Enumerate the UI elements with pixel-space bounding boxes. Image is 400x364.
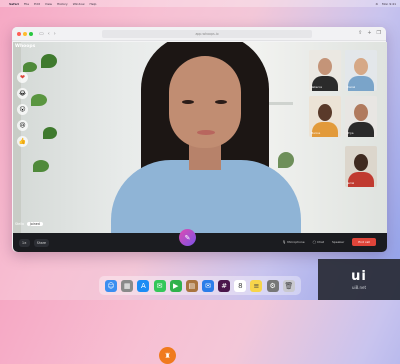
participant-tile[interactable]: Jamal [345,146,377,187]
menu-file[interactable]: File [24,2,29,6]
speaker-face [169,56,241,148]
plant-leaf [43,127,57,139]
participant-name: Marcus [311,132,321,135]
plant-leaf [31,94,47,106]
participant-name: Rebecca [311,86,322,89]
facetime-icon[interactable]: ▶ [169,279,182,292]
menu-app-name[interactable]: Safari [9,2,19,6]
new-tab-icon[interactable]: + [367,30,371,36]
tab-overview-icon[interactable]: ❐ [377,30,381,36]
reaction-bar: ❤ 😂 😮 😢 👍 [17,72,28,147]
share-button[interactable]: Share [33,238,49,247]
address-bar-url: app.whoops.io [195,32,219,36]
main-speaker [111,42,301,233]
speaker-eye [215,100,227,104]
speaker-status-badge: Joined [26,222,43,226]
app-logo[interactable]: Whoops [15,44,35,49]
microphone-label: Microphone [287,240,305,244]
chat-label: Chat [316,240,324,244]
pencil-icon[interactable]: ✎ [179,229,196,246]
plant-leaf [33,160,49,172]
participant-tile[interactable]: Rebecca [309,50,341,91]
reaction-sad-button[interactable]: 😢 [17,120,28,131]
plant-leaf [23,62,37,72]
wifi-icon[interactable]: ≋ [375,2,378,6]
browser-titlebar: ▭ ‹ › app.whoops.io ⇪ + ❐ [12,27,386,41]
address-bar[interactable]: app.whoops.io [102,30,312,38]
messages-icon[interactable]: ✉ [153,279,166,292]
reaction-laugh-button[interactable]: 😂 [17,88,28,99]
shirt-icon[interactable]: ♜ [159,347,176,364]
speed-button[interactable]: 1× [19,238,30,247]
notes-icon[interactable]: ≡ [250,279,263,292]
trash-icon[interactable]: 🗑 [282,279,295,292]
mail-icon[interactable]: ✉ [202,279,215,292]
minimize-window-button[interactable] [23,31,27,36]
forward-arrow-icon[interactable]: › [54,31,56,37]
slack-icon[interactable]: # [218,279,231,292]
calendar-icon[interactable]: 8 [234,279,247,292]
chat-button[interactable]: ◯ Chat [313,240,324,244]
watermark: ui ui8.net [318,259,400,300]
reaction-thumbs-up-button[interactable]: 👍 [17,136,28,147]
center-actions: ✎ ♜ [159,229,196,364]
reaction-heart-button[interactable]: ❤ [17,72,28,83]
menu-view[interactable]: View [45,2,52,6]
watermark-site: ui8.net [351,284,367,290]
sidebar-toggle-icon[interactable]: ▭ [39,31,44,37]
app-store-icon[interactable]: A [137,279,150,292]
menu-help[interactable]: Help [90,2,97,6]
participant-name: Priya [347,132,354,135]
menu-history[interactable]: History [57,2,68,6]
speaker-name-tag: Stella Joined [15,222,43,226]
speaker-lips [197,130,215,135]
plant-leaf [41,54,57,68]
call-right-controls: 🎙 Microphone ◯ Chat Speaker End call [282,238,376,246]
share-icon[interactable]: ⇪ [358,30,362,36]
participant-tile[interactable]: Daniel [345,50,377,91]
clock[interactable]: Mon 9:41 [382,2,396,6]
settings-icon[interactable]: ⚙ [266,279,279,292]
speaker-select[interactable]: Speaker [332,240,344,244]
speaker-name: Stella [15,222,24,226]
end-call-button[interactable]: End call [352,238,376,246]
zoom-window-button[interactable] [29,31,33,36]
reaction-wow-button[interactable]: 😮 [17,104,28,115]
speaker-eye [182,100,194,104]
back-arrow-icon[interactable]: ‹ [48,31,50,37]
menu-edit[interactable]: Edit [34,2,40,6]
finder-icon[interactable]: ☺ [105,279,118,292]
menu-bar: Safari File Edit View History Window Hel… [0,0,400,7]
menu-window[interactable]: Window [73,2,85,6]
microphone-button[interactable]: 🎙 Microphone [282,240,304,244]
dock: ☺ ▦ A ✉ ▶ ▤ ✉ # 8 ≡ ⚙ 🗑 [99,276,301,295]
close-window-button[interactable] [17,31,21,36]
participant-name: Jamal [347,182,355,185]
launchpad-icon[interactable]: ▦ [121,279,134,292]
notebook-icon[interactable]: ▤ [185,279,198,292]
participant-tile[interactable]: Marcus [309,96,341,137]
participant-name: Daniel [347,86,356,89]
watermark-logo: ui [351,268,367,284]
participant-tile[interactable]: Priya [345,96,377,137]
speaker-shirt [111,160,301,233]
